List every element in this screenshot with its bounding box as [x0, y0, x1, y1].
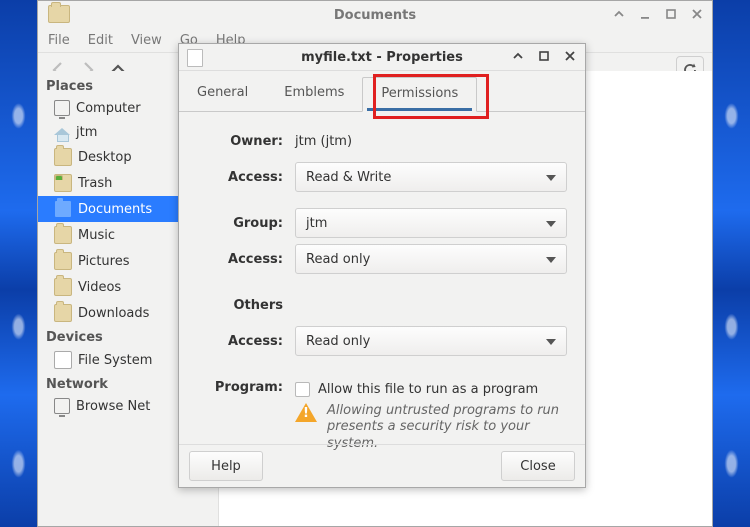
properties-dialog: myfile.txt - Properties General Emblems …	[178, 43, 586, 488]
owner-label: Owner:	[197, 134, 283, 149]
program-label: Program:	[197, 380, 283, 395]
folder-icon	[54, 226, 72, 244]
dialog-title: myfile.txt - Properties	[301, 50, 463, 65]
run-as-program-label: Allow this file to run as a program	[318, 382, 538, 397]
fm-titlebar: Documents	[38, 1, 712, 29]
folder-icon	[54, 278, 72, 296]
rollup-button[interactable]	[511, 49, 525, 63]
others-access-value: Read only	[306, 334, 370, 349]
group-access-value: Read only	[306, 252, 370, 267]
owner-value: jtm (jtm)	[295, 134, 352, 149]
menu-edit[interactable]: Edit	[88, 33, 113, 48]
others-access-label: Access:	[197, 334, 283, 349]
sidebar-item-label: Pictures	[78, 254, 129, 269]
close-button[interactable]	[563, 49, 577, 63]
owner-access-value: Read & Write	[306, 170, 391, 185]
sidebar-item-label: Browse Net	[76, 399, 150, 414]
tab-bar: General Emblems Permissions	[179, 71, 585, 112]
maximize-button[interactable]	[664, 7, 678, 21]
warning-icon	[295, 403, 317, 423]
tab-emblems[interactable]: Emblems	[266, 77, 362, 111]
sidebar-item-label: File System	[78, 353, 152, 368]
others-access-select[interactable]: Read only	[295, 326, 567, 356]
network-icon	[54, 398, 70, 414]
permissions-form: Owner: jtm (jtm) Access: Read & Write Gr…	[179, 112, 585, 458]
group-access-select[interactable]: Read only	[295, 244, 567, 274]
fm-title: Documents	[334, 8, 416, 23]
document-icon	[187, 49, 203, 67]
trash-icon	[54, 174, 72, 192]
menu-file[interactable]: File	[48, 33, 70, 48]
sidebar-item-label: Downloads	[78, 306, 149, 321]
sidebar-item-label: Music	[78, 228, 115, 243]
properties-titlebar: myfile.txt - Properties	[179, 44, 585, 71]
run-as-program-checkbox[interactable]	[295, 382, 310, 397]
tab-permissions[interactable]: Permissions	[362, 77, 477, 112]
folder-icon	[54, 252, 72, 270]
group-label: Group:	[197, 216, 283, 231]
sidebar-item-label: Trash	[78, 176, 112, 191]
folder-icon	[54, 304, 72, 322]
help-button[interactable]: Help	[189, 451, 263, 481]
others-label: Others	[197, 298, 283, 313]
group-select[interactable]: jtm	[295, 208, 567, 238]
folder-icon	[54, 148, 72, 166]
close-dialog-button[interactable]: Close	[501, 451, 575, 481]
folder-icon	[54, 200, 72, 218]
close-button[interactable]	[690, 7, 704, 21]
rollup-button[interactable]	[612, 7, 626, 21]
group-access-label: Access:	[197, 252, 283, 267]
sidebar-item-label: Documents	[78, 202, 152, 217]
monitor-icon	[54, 100, 70, 116]
tab-general[interactable]: General	[179, 77, 266, 111]
sidebar-item-label: jtm	[76, 125, 97, 140]
folder-icon	[48, 5, 70, 23]
disk-icon	[54, 351, 72, 369]
maximize-button[interactable]	[537, 49, 551, 63]
home-icon	[54, 124, 70, 140]
owner-access-select[interactable]: Read & Write	[295, 162, 567, 192]
sidebar-item-label: Computer	[76, 101, 141, 116]
owner-access-label: Access:	[197, 170, 283, 185]
menu-view[interactable]: View	[131, 33, 162, 48]
sidebar-item-label: Videos	[78, 280, 121, 295]
group-value: jtm	[306, 216, 327, 231]
minimize-button[interactable]	[638, 7, 652, 21]
dialog-button-bar: Help Close	[179, 444, 585, 487]
sidebar-item-label: Desktop	[78, 150, 132, 165]
